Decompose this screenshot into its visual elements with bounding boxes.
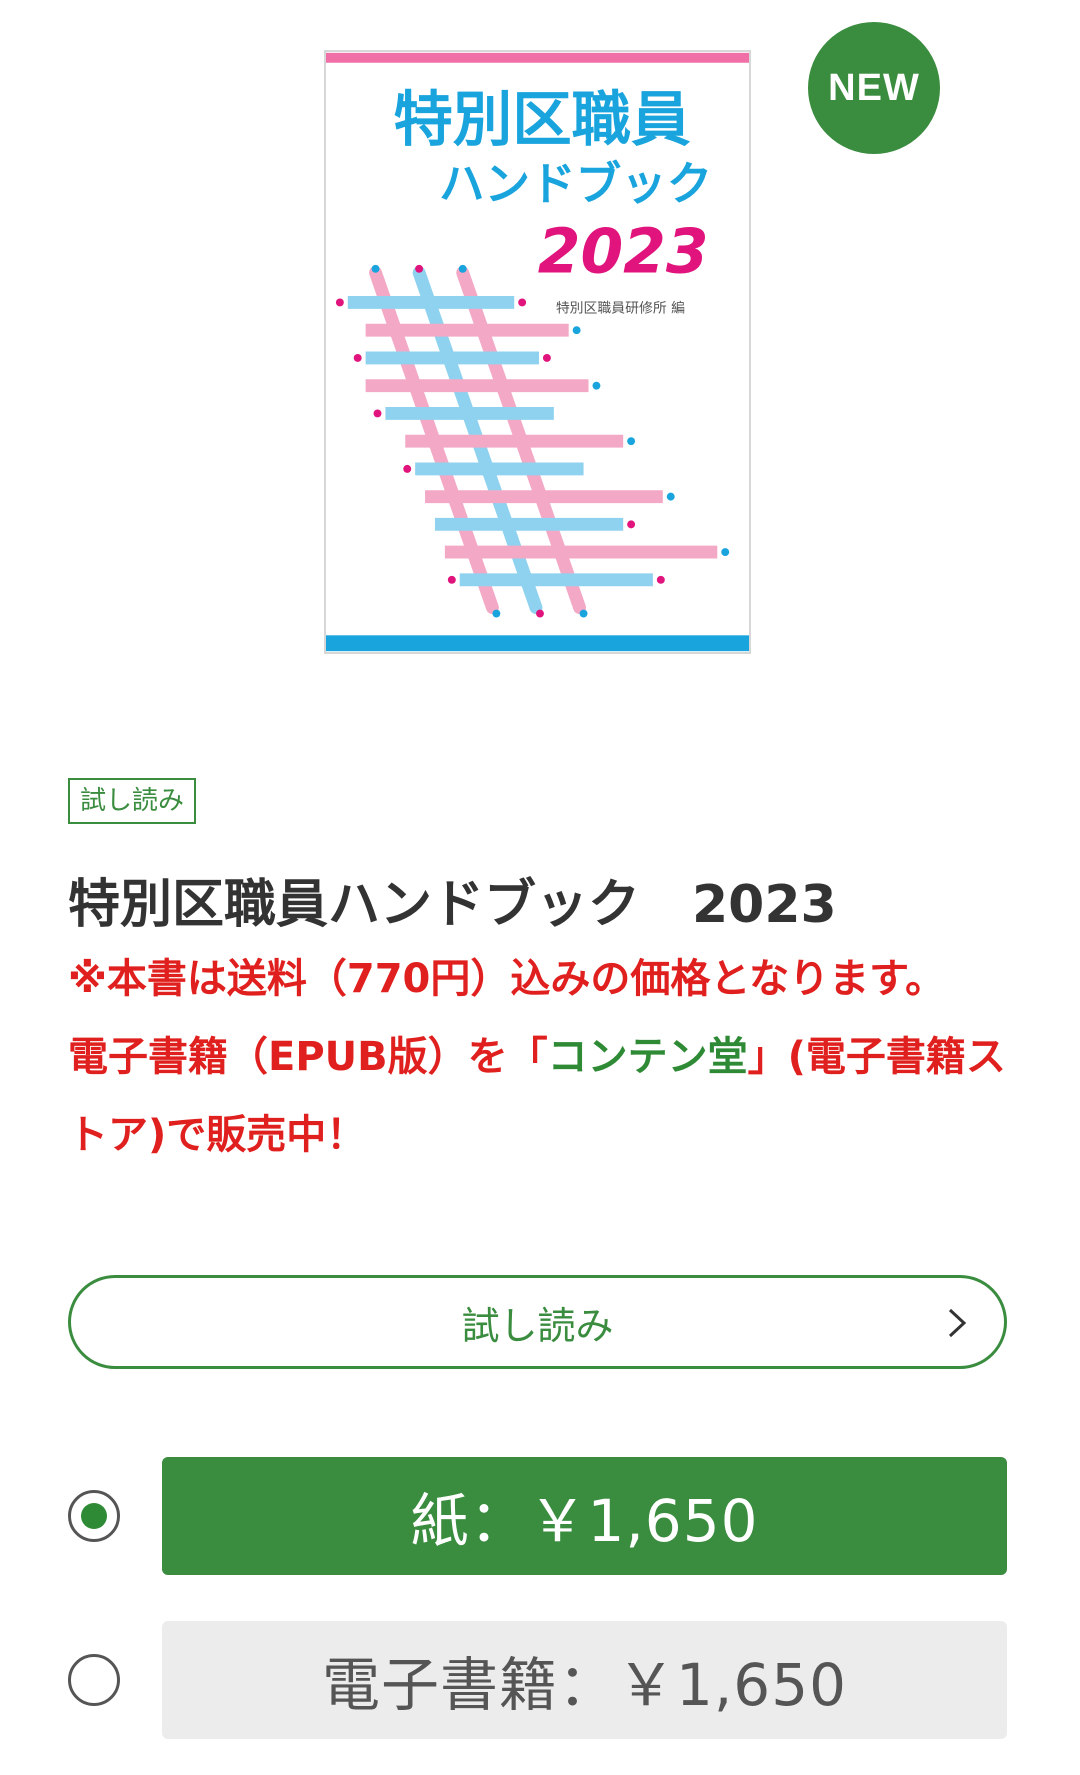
ebook-price-option[interactable]: 電子書籍：￥1,650 — [162, 1621, 1007, 1739]
notice-line2-prefix: 電子書籍（EPUB版）を「 — [68, 1034, 548, 1080]
trial-read-label: 試し読み — [461, 1303, 614, 1348]
book-cover-image[interactable]: 特別区職員 ハンドブック 2023 特別区職員研修所 編 — [324, 50, 751, 654]
book-cover-art: 特別区職員 ハンドブック 2023 特別区職員研修所 編 — [326, 52, 749, 652]
cover-title-line1: 特別区職員 — [393, 86, 690, 155]
trial-read-button[interactable]: 試し読み — [68, 1275, 1007, 1369]
shipping-notice: ※本書は送料（770円）込みの価格となります。 電子書籍（EPUB版）を「コンテ… — [68, 940, 1008, 1174]
new-badge: NEW — [808, 22, 940, 154]
paper-price-option[interactable]: 紙：￥1,650 — [162, 1457, 1007, 1575]
cover-title-year: 2023 — [538, 217, 709, 288]
ebook-price-label: 電子書籍：￥1,650 — [321, 1651, 848, 1719]
cover-title-line2: ハンドブック — [439, 157, 712, 210]
trial-tag: 試し読み — [68, 778, 197, 824]
cover-editor: 特別区職員研修所 編 — [556, 300, 685, 316]
notice-line1: ※本書は送料（770円）込みの価格となります。 — [68, 956, 946, 1002]
chevron-right-icon — [948, 1308, 967, 1338]
radio-checked-icon[interactable] — [68, 1490, 120, 1542]
radio-unchecked-icon[interactable] — [68, 1654, 120, 1706]
book-title: 特別区職員ハンドブック 2023 — [68, 875, 837, 935]
store-link[interactable]: コンテン堂 — [548, 1034, 748, 1080]
paper-price-label: 紙：￥1,650 — [410, 1487, 759, 1555]
